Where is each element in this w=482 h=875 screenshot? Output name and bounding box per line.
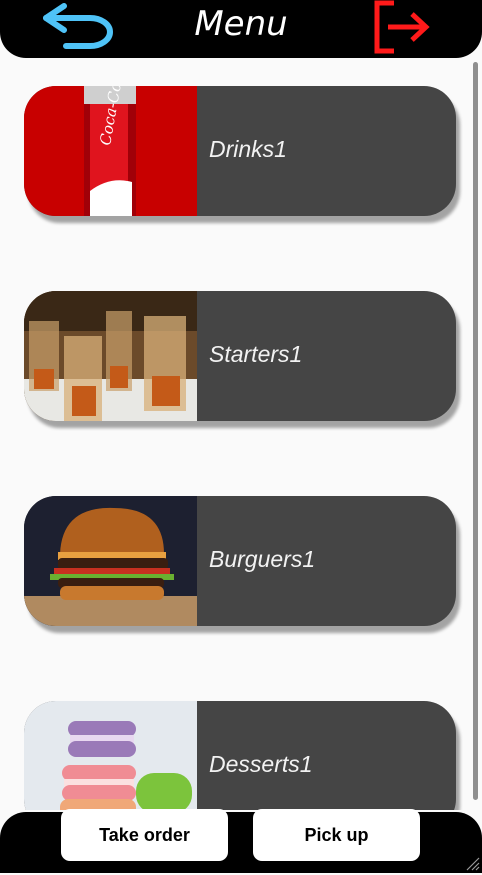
pick-up-button[interactable]: Pick up xyxy=(253,809,420,861)
category-label: Burguers1 xyxy=(209,546,316,572)
scrollbar[interactable] xyxy=(473,62,478,800)
category-card-drinks[interactable]: Coca-Cola Drinks1 xyxy=(24,86,456,216)
burger-image xyxy=(24,496,197,626)
shrimp-glasses-image xyxy=(24,291,197,421)
category-label: Drinks1 xyxy=(209,136,287,162)
resize-grip-icon[interactable] xyxy=(464,855,480,871)
category-label: Desserts1 xyxy=(209,751,313,777)
category-card-burgers[interactable]: Burguers1 xyxy=(24,496,456,626)
category-list[interactable]: Coca-Cola Drinks1 Starters1 Burguers1 De… xyxy=(0,58,482,810)
logout-icon xyxy=(374,0,430,54)
take-order-button[interactable]: Take order xyxy=(61,809,228,861)
cola-can-image: Coca-Cola xyxy=(24,86,197,216)
category-label: Starters1 xyxy=(209,341,303,367)
logout-button[interactable] xyxy=(370,0,434,54)
category-card-starters[interactable]: Starters1 xyxy=(24,291,456,421)
header-bar: Menu xyxy=(0,0,482,58)
category-card-desserts[interactable]: Desserts1 xyxy=(24,701,456,810)
macarons-image xyxy=(24,701,197,810)
